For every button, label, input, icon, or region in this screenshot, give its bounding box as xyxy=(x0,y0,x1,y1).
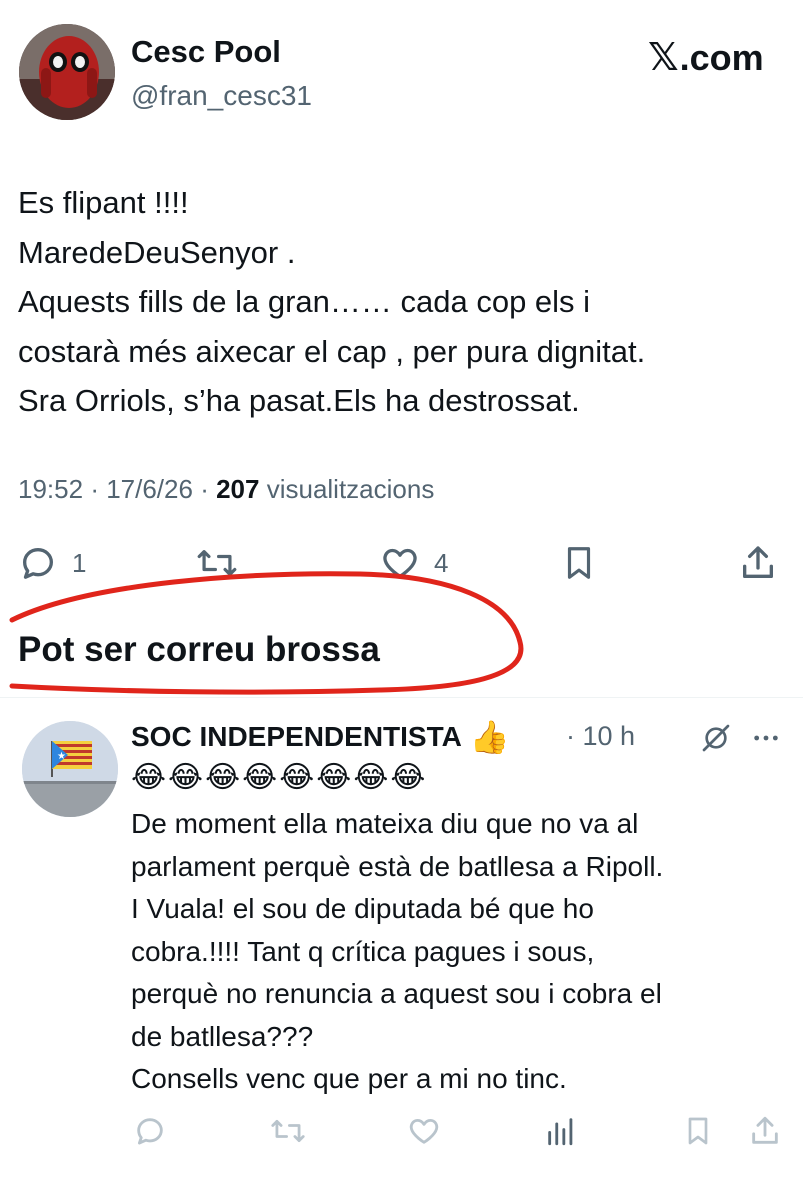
reply-author-name-text: SOC INDEPENDENTISTA xyxy=(131,721,462,752)
reply-line: I Vuala! el sou de diputada bé que ho xyxy=(131,893,594,924)
views-icon xyxy=(548,1118,573,1146)
retweet-icon xyxy=(271,1119,305,1143)
meta-separator: · xyxy=(200,474,217,504)
reply-reply-button[interactable] xyxy=(133,1113,167,1149)
reply-line: Consells venc que per a mi no tinc. xyxy=(131,1063,567,1094)
like-icon xyxy=(409,1118,439,1144)
estelada-avatar-image: ★ xyxy=(22,721,118,817)
reply-line: de batllesa??? xyxy=(131,1020,314,1052)
grok-icon xyxy=(702,724,730,752)
x-logo-icon: 𝕏 xyxy=(648,37,679,79)
tweet-line: Aquests fills de la gran…… cada cop els … xyxy=(18,284,591,319)
reply-views-button[interactable] xyxy=(544,1113,578,1149)
more-icon xyxy=(754,735,778,741)
share-icon xyxy=(752,1116,778,1144)
reply-line: parlament perquè està de batllesa a Ripo… xyxy=(131,850,664,882)
svg-text:★: ★ xyxy=(57,751,66,762)
reply-line: De moment ella mateixa diu que no va al xyxy=(131,808,639,839)
meta-separator: · xyxy=(90,474,107,504)
reply-line: cobra.!!!! Tant q crítica pagues i sous, xyxy=(131,935,595,967)
reply-timestamp[interactable]: · 10 h xyxy=(566,721,635,752)
views-label: visualitzacions xyxy=(266,474,435,504)
author-avatar[interactable] xyxy=(19,24,115,120)
reply-line: perquè no renuncia a aquest sou i cobra … xyxy=(131,978,662,1009)
x-brand: 𝕏 .com xyxy=(648,35,764,80)
tweet-line: Sra Orriols, s’ha pasat.Els ha destrossa… xyxy=(18,383,580,418)
reply-icon xyxy=(137,1118,163,1145)
grok-button[interactable] xyxy=(700,722,732,759)
reply-bookmark-button[interactable] xyxy=(682,1113,714,1149)
tweet-meta: 19:52 · 17/6/26 · 207 visualitzacions xyxy=(18,474,434,505)
tweet-line: MaredeDeuSenyor . xyxy=(18,234,296,270)
reply-share-button[interactable] xyxy=(748,1113,782,1149)
more-options-button[interactable] xyxy=(750,722,782,759)
views-count: 207 xyxy=(216,474,260,504)
reply-text: De moment ella mateixa diu que no va al … xyxy=(131,803,796,1101)
reply-like-button[interactable] xyxy=(407,1113,441,1149)
brand-suffix: .com xyxy=(679,36,764,78)
reply-emojis: 😂😂😂😂😂😂😂😂 xyxy=(131,761,428,794)
author-name[interactable]: Cesc Pool xyxy=(131,34,281,70)
red-annotation-loop xyxy=(9,571,524,695)
author-handle[interactable]: @fran_cesc31 xyxy=(131,80,312,112)
reply-author-name[interactable]: SOC INDEPENDENTISTA 👍 xyxy=(131,718,510,756)
tweet-text: Es flipant !!!! MaredeDeuSenyor . Aquest… xyxy=(18,178,793,426)
tweet-time[interactable]: 19:52 xyxy=(18,474,83,504)
avatar-image xyxy=(19,24,115,120)
tweet-line: Es flipant !!!! xyxy=(18,185,189,220)
divider xyxy=(0,697,803,698)
tweet-line: costarà més aixecar el cap , per pura di… xyxy=(18,333,646,369)
thumbs-up-emoji: 👍 xyxy=(469,719,510,755)
tweet-date[interactable]: 17/6/26 xyxy=(106,474,193,504)
bookmark-icon xyxy=(688,1117,708,1145)
reply-retweet-button[interactable] xyxy=(270,1113,306,1149)
reply-author-avatar[interactable]: ★ xyxy=(22,721,118,817)
